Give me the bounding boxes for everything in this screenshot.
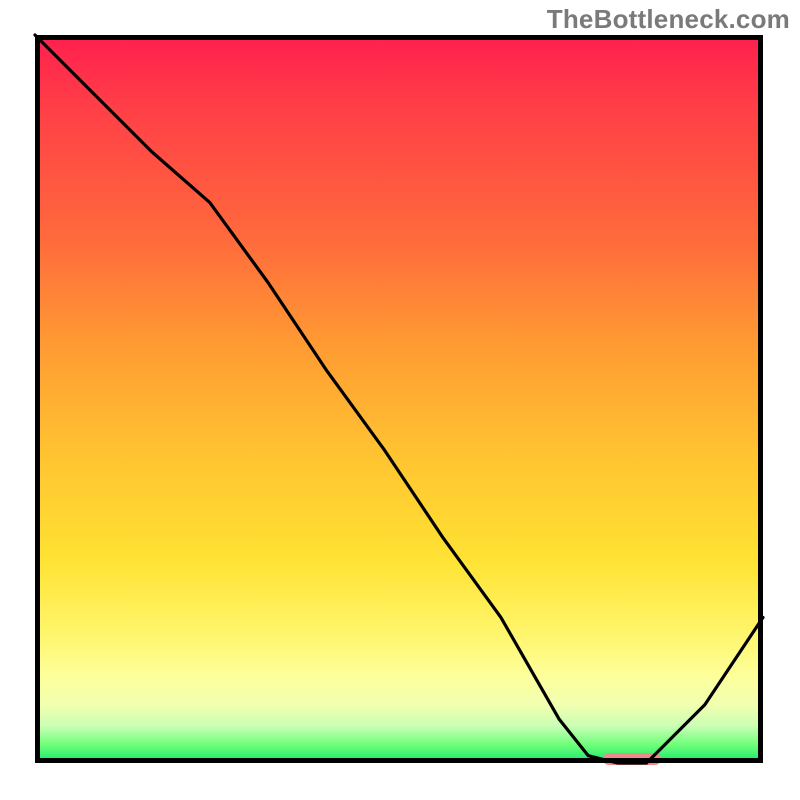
chart-container: TheBottleneck.com bbox=[0, 0, 800, 800]
watermark-text: TheBottleneck.com bbox=[547, 4, 790, 35]
curve-layer bbox=[35, 35, 763, 763]
bottleneck-curve bbox=[35, 35, 763, 763]
plot-area bbox=[35, 35, 763, 763]
